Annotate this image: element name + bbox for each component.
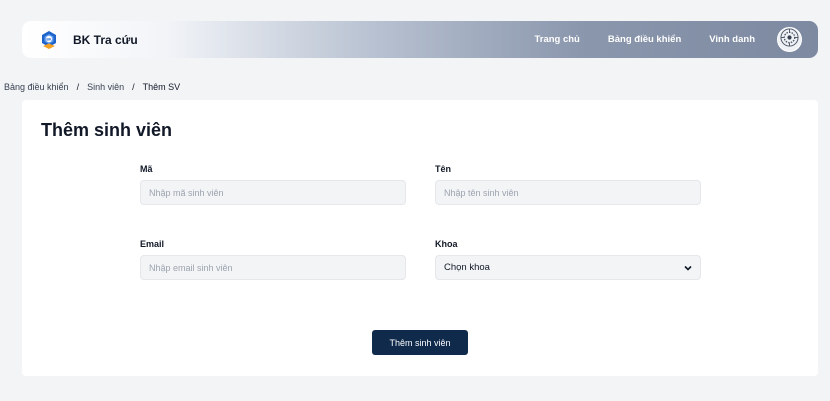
student-name-field: Tên — [435, 164, 701, 205]
faculty-select[interactable]: Chọn khoa — [435, 255, 701, 280]
faculty-label: Khoa — [435, 239, 458, 249]
nav-link-dashboard[interactable]: Bảng điều khiển — [608, 34, 681, 45]
student-name-input[interactable] — [435, 180, 701, 205]
add-student-card: Thêm sinh viên Mã Tên Email Khoa Chọn kh… — [22, 100, 818, 376]
faculty-select-value: Chọn khoa — [444, 262, 490, 273]
breadcrumb-students[interactable]: Sinh viên — [87, 82, 124, 92]
breadcrumb-separator: / — [76, 82, 80, 92]
brand[interactable]: BK BK Tra cứu — [39, 30, 138, 50]
brand-name: BK Tra cứu — [73, 32, 138, 47]
breadcrumb-dashboard[interactable]: Bảng điều khiển — [4, 82, 69, 92]
nav-link-home[interactable]: Trang chủ — [534, 34, 579, 45]
add-student-button[interactable]: Thêm sinh viên — [372, 330, 468, 355]
page-title: Thêm sinh viên — [41, 120, 173, 140]
nav-link-honors[interactable]: Vinh danh — [709, 34, 755, 45]
top-navbar: BK BK Tra cứu Trang chủ Bảng điều khiển … — [22, 21, 818, 58]
breadcrumb-current: Thêm SV — [142, 82, 181, 92]
breadcrumb: Bảng điều khiển / Sinh viên / Thêm SV — [4, 82, 180, 92]
bk-logo-icon: BK — [39, 30, 59, 50]
breadcrumb-separator: / — [132, 82, 135, 92]
student-id-field: Mã — [140, 164, 406, 205]
student-email-input[interactable] — [140, 255, 406, 280]
faculty-field: Khoa Chọn khoa — [435, 239, 701, 280]
avatar-icon — [780, 27, 799, 52]
student-name-label: Tên — [435, 164, 452, 174]
svg-text:BK: BK — [46, 37, 52, 41]
student-email-label: Email — [140, 239, 165, 249]
chevron-down-icon — [684, 265, 692, 271]
nav-links: Trang chủ Bảng điều khiển Vinh danh — [506, 27, 818, 52]
student-id-label: Mã — [140, 164, 153, 174]
student-email-field: Email — [140, 239, 406, 280]
student-id-input[interactable] — [140, 180, 406, 205]
avatar[interactable] — [777, 27, 802, 52]
